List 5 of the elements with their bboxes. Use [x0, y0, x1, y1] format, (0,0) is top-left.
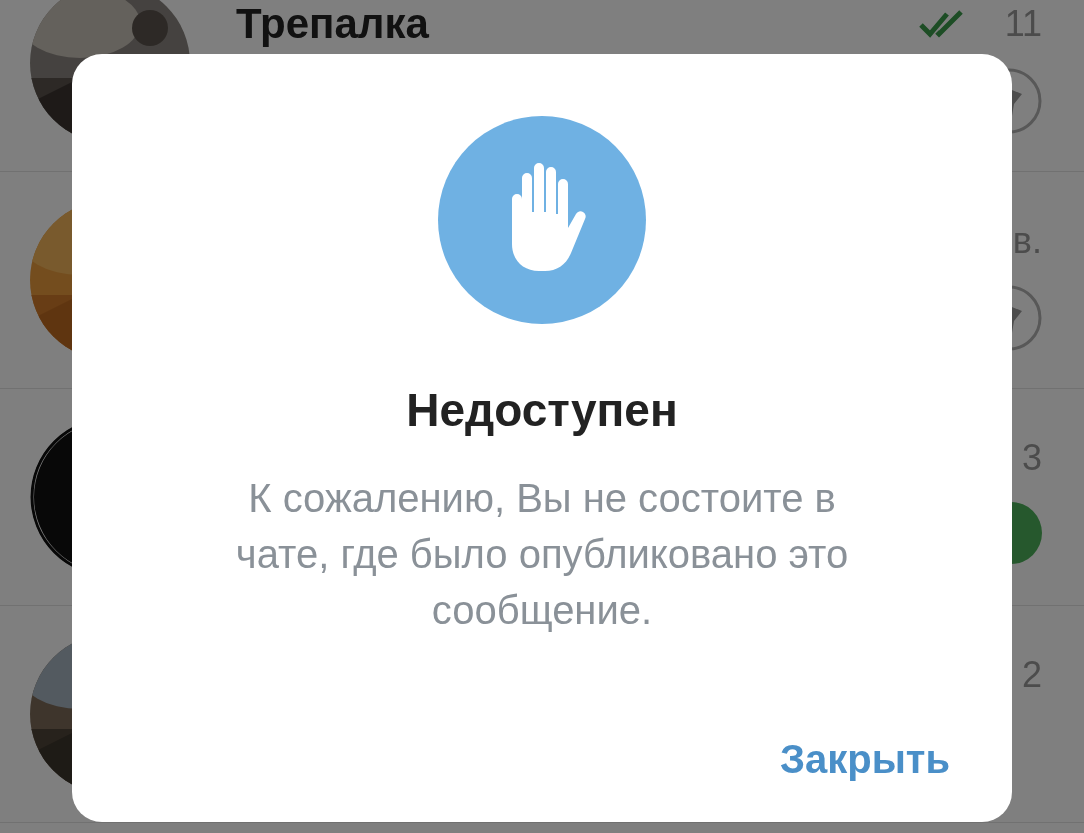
close-button[interactable]: Закрыть	[765, 727, 964, 792]
dialog-title: Недоступен	[406, 383, 678, 438]
chat-name: Трепалка	[236, 0, 430, 48]
hand-icon	[438, 116, 646, 324]
dialog-message: К сожалению, Вы не состоите в чате, где было опубликовано это сообщение.	[234, 475, 850, 634]
